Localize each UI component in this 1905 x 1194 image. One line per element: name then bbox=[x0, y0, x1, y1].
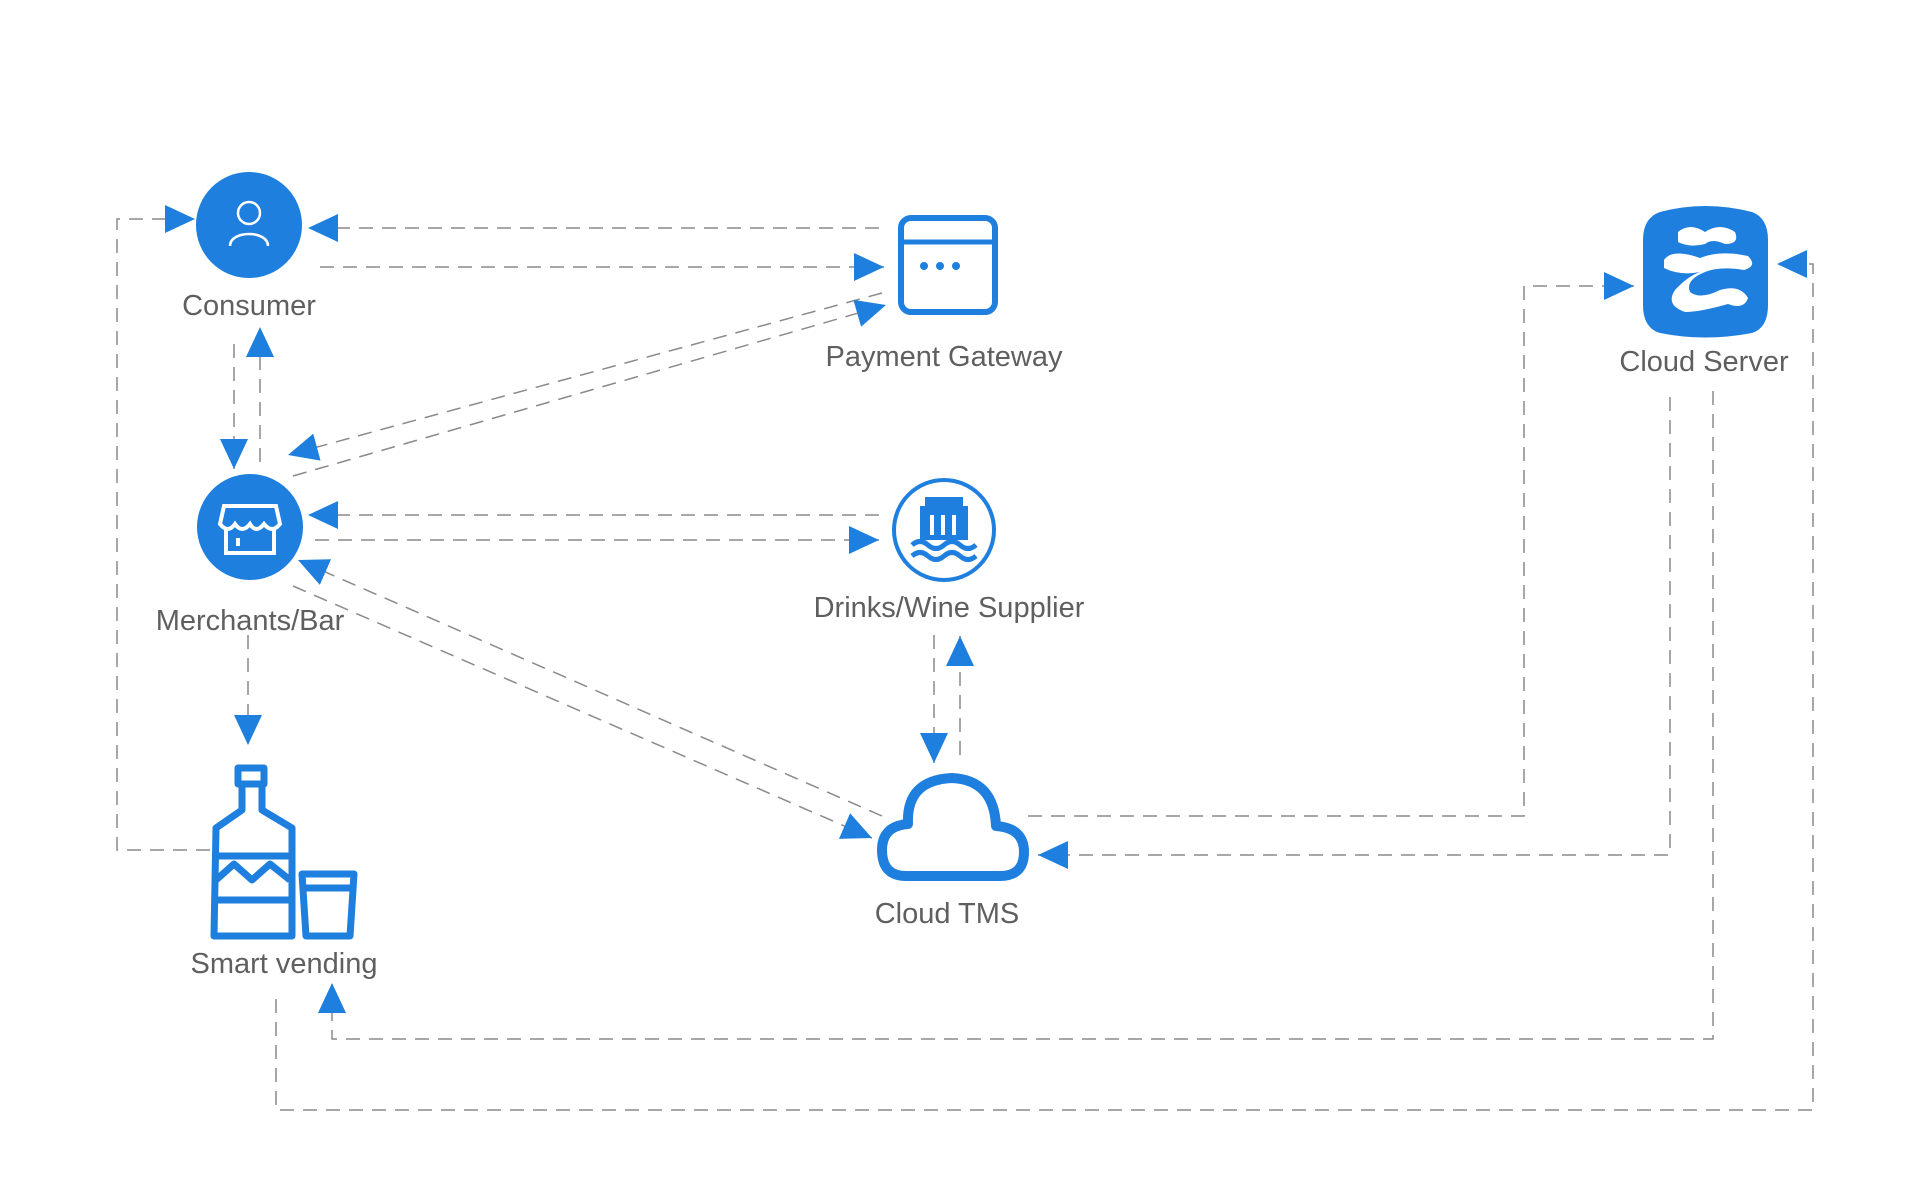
consumer-label: Consumer bbox=[182, 290, 316, 322]
merchants-label: Merchants/Bar bbox=[156, 605, 345, 637]
node-supplier[interactable]: Drinks/Wine Supplier bbox=[814, 478, 1085, 624]
flow-diagram: Consumer Payment Gateway Cloud Server Me… bbox=[116, 172, 1814, 1111]
node-consumer[interactable]: Consumer bbox=[182, 172, 316, 322]
node-smart-vending[interactable]: Smart vending bbox=[191, 764, 378, 980]
node-cloud-tms[interactable]: Cloud TMS bbox=[875, 773, 1029, 930]
cloud-server-logo-icon bbox=[1643, 206, 1768, 338]
edge-cloud-server-to-tms bbox=[1038, 397, 1671, 869]
browser-window-icon bbox=[898, 215, 998, 315]
node-cloud-server[interactable]: Cloud Server bbox=[1619, 206, 1789, 378]
edge-merchant-to-tms bbox=[292, 585, 873, 839]
node-merchants[interactable]: Merchants/Bar bbox=[156, 474, 345, 637]
cloud-tms-label: Cloud TMS bbox=[875, 898, 1020, 930]
cloud-icon bbox=[877, 773, 1029, 881]
factory-icon bbox=[910, 497, 978, 562]
smart-vending-label: Smart vending bbox=[191, 948, 378, 980]
edge-payment-to-merchant bbox=[287, 292, 883, 461]
edge-tms-to-merchant bbox=[297, 559, 883, 817]
payment-gateway-label: Payment Gateway bbox=[826, 341, 1063, 373]
node-payment-gateway[interactable]: Payment Gateway bbox=[826, 215, 1063, 373]
edge-vending-to-cloud-server bbox=[275, 250, 1814, 1111]
bottle-glass-icon bbox=[210, 764, 358, 940]
edge-cloud-server-to-vending bbox=[318, 391, 1714, 1040]
edge-merchant-to-payment bbox=[292, 299, 887, 477]
cloud-server-label: Cloud Server bbox=[1619, 346, 1789, 378]
supplier-label: Drinks/Wine Supplier bbox=[814, 592, 1085, 624]
edge-tms-to-cloud-server bbox=[1028, 272, 1634, 817]
